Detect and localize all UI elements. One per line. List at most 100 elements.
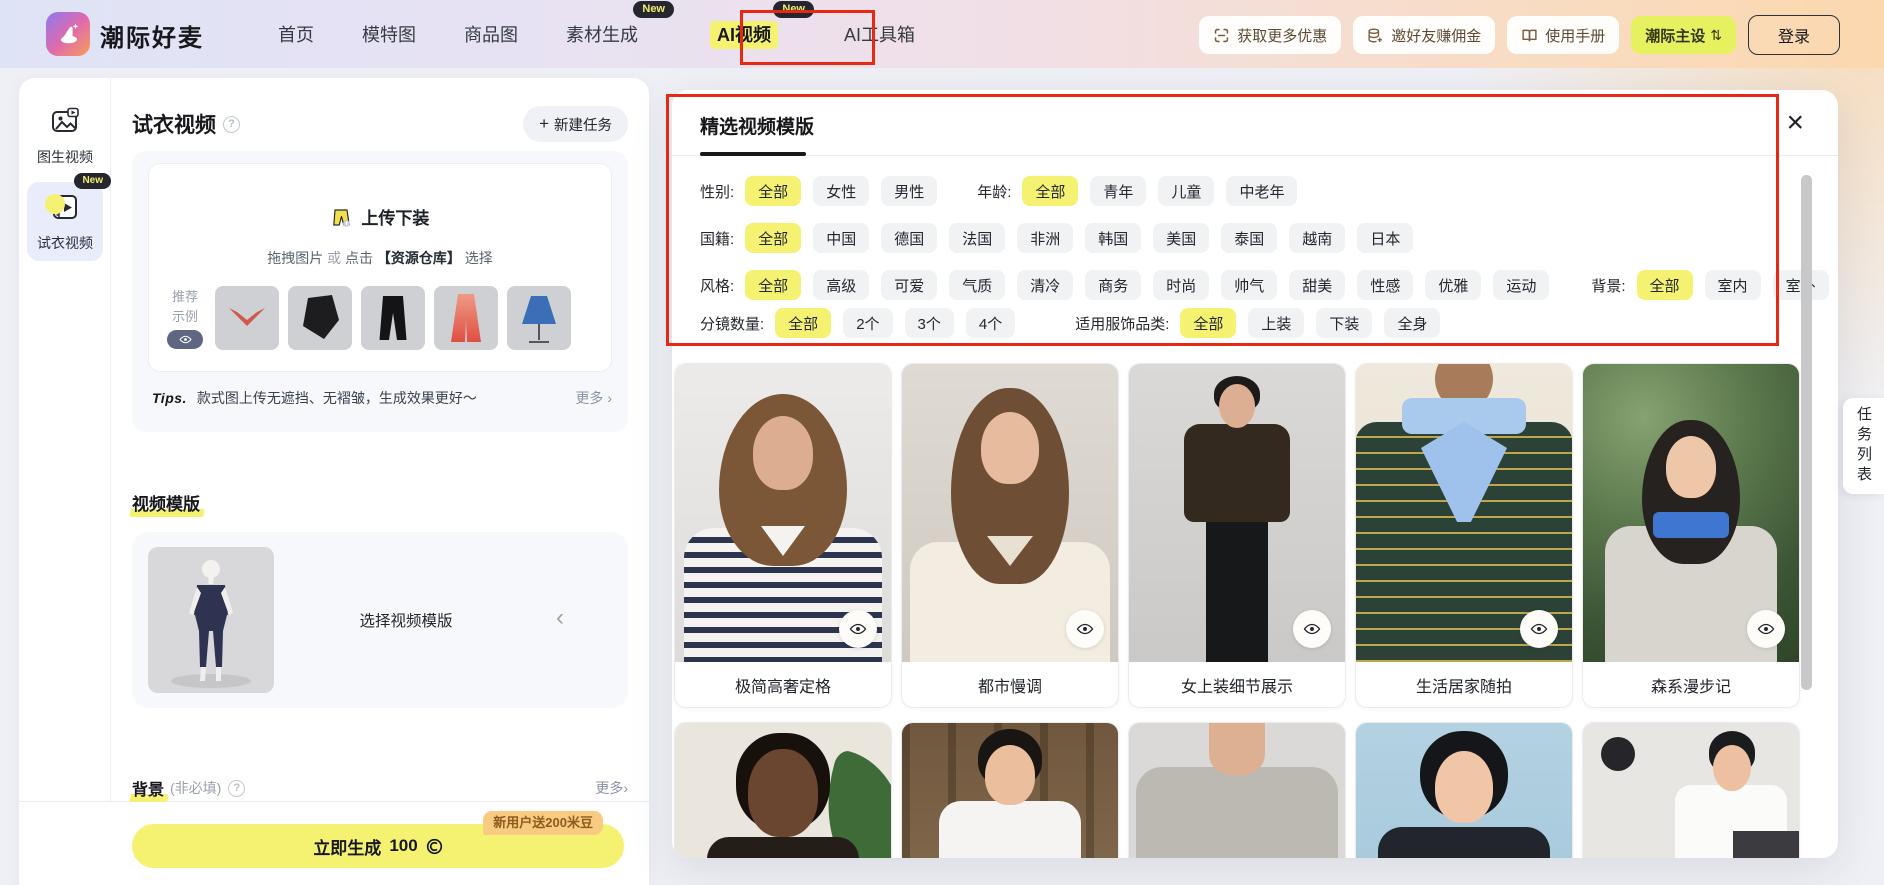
filter-pill[interactable]: 泰国 — [1221, 223, 1278, 253]
template-photo — [1583, 364, 1799, 662]
filter-pill[interactable]: 全部 — [1180, 308, 1237, 338]
filter-pill[interactable]: 日本 — [1357, 223, 1414, 253]
nav-product-image[interactable]: 商品图 — [464, 21, 518, 47]
filter-pill[interactable]: 全部 — [1636, 270, 1693, 300]
filter-pill[interactable]: 2个 — [843, 308, 893, 338]
template-card[interactable]: 生活居家随拍 — [1355, 363, 1573, 708]
filter-pill[interactable]: 可爱 — [881, 270, 938, 300]
filter-pill[interactable]: 韩国 — [1085, 223, 1142, 253]
sample-thumb-blue-skirt[interactable] — [507, 286, 571, 350]
hint-or: 或 — [327, 250, 342, 266]
filter-pill[interactable]: 中国 — [813, 223, 870, 253]
filter-pill[interactable]: 甜美 — [1289, 270, 1346, 300]
preview-eye-button[interactable] — [1066, 610, 1104, 648]
filter-pill[interactable]: 非洲 — [1017, 223, 1074, 253]
template-card[interactable]: 森系漫步记 — [1582, 363, 1800, 708]
filter-pill[interactable]: 气质 — [949, 270, 1006, 300]
nav-ai-toolbox[interactable]: AI工具箱 — [844, 21, 915, 47]
theme-switch-button[interactable]: 潮际主设 ⇅ — [1631, 16, 1736, 54]
filter-pill[interactable]: 3个 — [904, 308, 954, 338]
template-card[interactable] — [1128, 722, 1346, 858]
filter-pill[interactable]: 清冷 — [1017, 270, 1074, 300]
invite-button[interactable]: 邀好友赚佣金 — [1353, 16, 1496, 54]
filter-pill[interactable]: 性感 — [1357, 270, 1414, 300]
sample-thumb-black-pants[interactable] — [361, 286, 425, 350]
brand-logo-icon[interactable] — [46, 12, 90, 56]
close-icon[interactable]: × — [1786, 108, 1804, 138]
filter-pill[interactable]: 全部 — [745, 176, 802, 206]
hint-drag: 拖拽图片 — [267, 250, 324, 266]
filter-pill[interactable]: 中老年 — [1226, 176, 1298, 206]
filter-pill[interactable]: 时尚 — [1153, 270, 1210, 300]
resource-library-link[interactable]: 【资源仓库】 — [377, 250, 461, 266]
select-template-card[interactable]: 选择视频模版 ‹ — [132, 532, 628, 708]
filter-row-shots-category: 分镜数量: 全部 2个 3个 4个 适用服饰品类: 全部 上装 下装 全身 — [700, 308, 1798, 338]
sample-thumb-red-flare-pants[interactable] — [434, 286, 498, 350]
template-photo — [902, 364, 1118, 662]
template-card-label: 生活居家随拍 — [1415, 679, 1512, 696]
samples-label-1: 推荐 — [171, 289, 198, 304]
filter-pill[interactable]: 男性 — [881, 176, 938, 206]
template-card[interactable]: 女上装细节展示 — [1128, 363, 1346, 708]
eye-icon — [178, 335, 192, 344]
preview-eye-button[interactable] — [1520, 610, 1558, 648]
task-list-tab[interactable]: 任务列表 — [1843, 398, 1884, 494]
filter-pill[interactable]: 运动 — [1493, 270, 1550, 300]
filter-pill[interactable]: 女性 — [813, 176, 870, 206]
manual-button[interactable]: 使用手册 — [1507, 16, 1620, 54]
filter-pill[interactable]: 全部 — [745, 223, 802, 253]
template-card[interactable] — [1355, 722, 1573, 858]
collapse-chevron-icon[interactable]: ‹ — [556, 606, 564, 630]
preview-eye-button[interactable] — [1747, 610, 1785, 648]
filter-pill[interactable]: 帅气 — [1221, 270, 1278, 300]
filter-pill[interactable]: 全身 — [1384, 308, 1441, 338]
filter-pill[interactable]: 全部 — [775, 308, 832, 338]
upload-dropzone[interactable]: 上传下装 拖拽图片 或 点击 【资源仓库】 选择 推荐 示例 — [148, 163, 612, 372]
generate-button[interactable]: 立即生成 100 新用户送200米豆 — [132, 811, 624, 868]
sample-thumb-black-skirt[interactable] — [288, 286, 352, 350]
help-icon[interactable]: ? — [223, 115, 240, 133]
tips-more-link[interactable]: 更多 › — [575, 388, 612, 408]
sidebar-item-fitting-video[interactable]: New 试衣视频 — [27, 173, 111, 261]
nav-ai-video[interactable]: AI视频 — [710, 21, 778, 49]
help-icon[interactable]: ? — [228, 779, 246, 797]
filter-label-shot-count: 分镜数量: — [700, 315, 765, 333]
nav-home[interactable]: 首页 — [278, 21, 314, 47]
filter-pill[interactable]: 全部 — [1022, 176, 1079, 206]
filter-pill[interactable]: 下装 — [1316, 308, 1373, 338]
filter-pill[interactable]: 越南 — [1289, 223, 1346, 253]
background-more-link[interactable]: 更多› — [595, 778, 628, 798]
filter-pill[interactable]: 室内 — [1704, 270, 1761, 300]
template-card[interactable]: 都市慢调 — [901, 363, 1119, 708]
template-card[interactable] — [674, 722, 892, 858]
modal-divider — [672, 155, 1838, 156]
preview-eye-button[interactable] — [1293, 610, 1331, 648]
sidebar-item-image-to-video[interactable]: 图生视频 — [27, 96, 103, 175]
filter-pill[interactable]: 全部 — [745, 270, 802, 300]
preview-eye-button[interactable] — [839, 610, 877, 648]
filter-pill[interactable]: 法国 — [949, 223, 1006, 253]
login-button[interactable]: 登录 — [1748, 15, 1840, 55]
filter-pill[interactable]: 德国 — [881, 223, 938, 253]
template-photo — [675, 364, 891, 662]
new-task-button[interactable]: + 新建任务 — [523, 106, 628, 142]
nav-material-gen[interactable]: 素材生成 — [566, 25, 638, 45]
sample-thumb-red-top[interactable] — [215, 286, 279, 350]
filter-pill[interactable]: 高级 — [813, 270, 870, 300]
filter-pill[interactable]: 商务 — [1085, 270, 1142, 300]
nav-model-image[interactable]: 模特图 — [362, 21, 416, 47]
filter-pill[interactable]: 优雅 — [1425, 270, 1482, 300]
filter-pill[interactable]: 青年 — [1090, 176, 1147, 206]
template-card[interactable] — [1582, 722, 1800, 858]
template-photo — [1356, 723, 1572, 858]
modal-scrollbar[interactable] — [1801, 175, 1812, 690]
samples-eye-toggle[interactable] — [167, 330, 203, 349]
template-card[interactable]: 极简高奢定格 — [674, 363, 892, 708]
filter-pill[interactable]: 美国 — [1153, 223, 1210, 253]
eye-icon — [1303, 623, 1321, 635]
promo-button[interactable]: 获取更多优惠 — [1199, 16, 1342, 54]
template-card[interactable] — [901, 722, 1119, 858]
filter-pill[interactable]: 上装 — [1248, 308, 1305, 338]
filter-pill[interactable]: 儿童 — [1158, 176, 1215, 206]
filter-pill[interactable]: 4个 — [965, 308, 1016, 338]
